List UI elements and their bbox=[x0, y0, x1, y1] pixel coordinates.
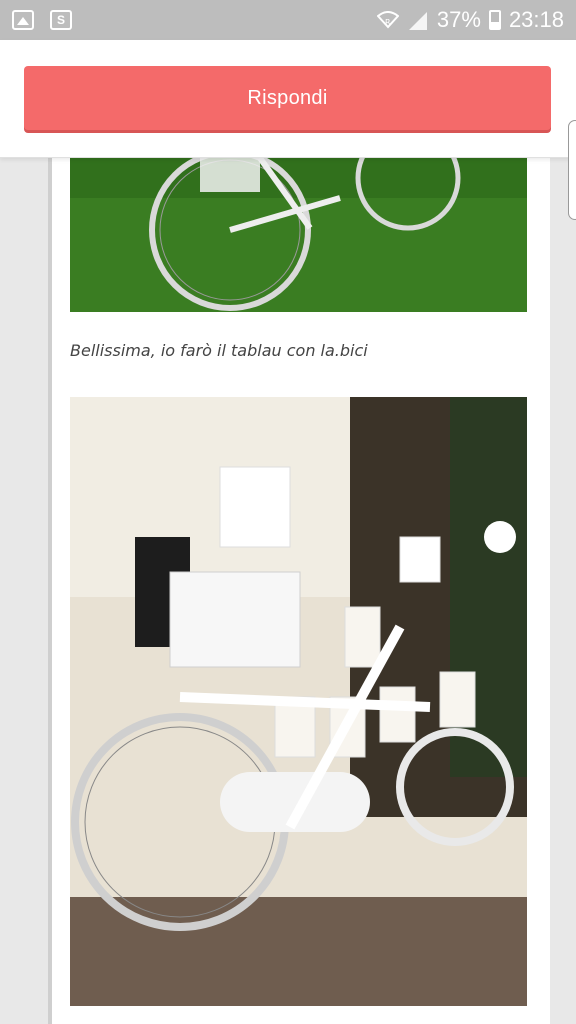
status-left-icons: S bbox=[12, 10, 72, 30]
status-bar: S R 37% 23:18 bbox=[0, 0, 576, 40]
decorated-bicycle-illustration bbox=[70, 397, 527, 1006]
reply-header: Rispondi bbox=[0, 40, 576, 158]
bicycle-on-grass-image[interactable] bbox=[70, 158, 527, 312]
image-icon bbox=[12, 10, 34, 30]
post-caption: Bellissima, io farò il tablau con la.bic… bbox=[70, 341, 368, 360]
side-panel-handle[interactable] bbox=[568, 120, 576, 220]
s-icon: S bbox=[50, 10, 72, 30]
svg-text:R: R bbox=[385, 18, 391, 27]
status-right: R 37% 23:18 bbox=[376, 7, 564, 33]
status-time: 23:18 bbox=[508, 7, 564, 32]
battery-percentage: 37% bbox=[436, 7, 481, 32]
decorated-bicycle-seating-plan-image[interactable] bbox=[70, 397, 527, 1006]
battery-icon bbox=[488, 10, 501, 30]
signal-icon bbox=[408, 12, 427, 30]
bicycle-on-grass-illustration bbox=[70, 158, 527, 312]
reply-button[interactable]: Rispondi bbox=[24, 66, 551, 130]
wifi-icon: R bbox=[376, 11, 399, 29]
